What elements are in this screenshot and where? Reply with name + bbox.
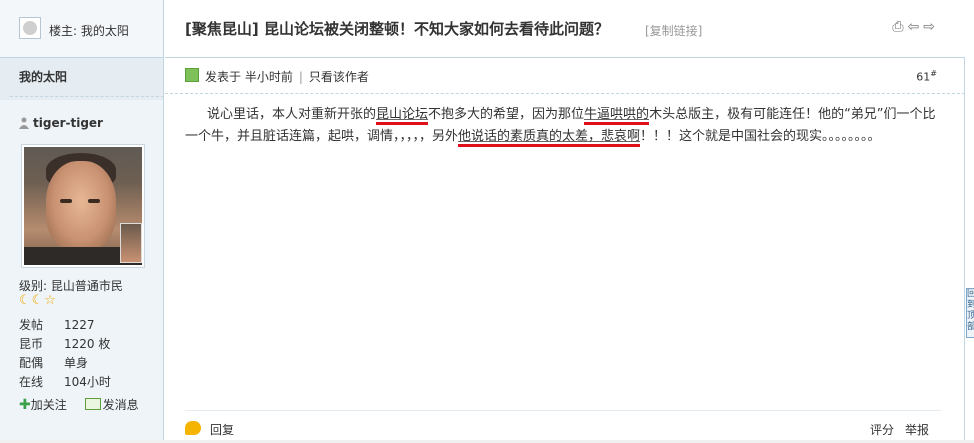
thread-starter-box: 楼主: 我的太阳 bbox=[0, 0, 163, 58]
reply-button[interactable]: 回复 bbox=[210, 421, 234, 438]
send-message-button[interactable]: 发消息 bbox=[84, 398, 139, 412]
stat-row: 昆币 1220 枚 bbox=[19, 337, 111, 351]
prev-thread-icon[interactable]: ⇦ bbox=[908, 19, 924, 35]
back-to-top-tab[interactable]: 回到顶部 bbox=[966, 288, 974, 338]
copy-link-button[interactable]: [复制链接] bbox=[645, 22, 702, 39]
starter-avatar[interactable] bbox=[19, 17, 41, 39]
rate-button[interactable]: 评分 bbox=[870, 421, 894, 438]
highlighted-text: 他说话的素质真的太差，悲哀啊 bbox=[458, 129, 641, 147]
person-icon bbox=[19, 117, 29, 129]
print-icon[interactable]: ⎙ bbox=[892, 19, 907, 35]
user-post-icon bbox=[185, 68, 199, 82]
mail-icon bbox=[84, 398, 101, 410]
plus-icon: ✚ bbox=[19, 397, 31, 413]
author-level: 级别: 昆山普通市民 bbox=[19, 279, 123, 293]
level-stars-icon: ☾☾☆ bbox=[19, 293, 57, 308]
stat-row: 发帖 1227 bbox=[19, 318, 95, 332]
author-name-header[interactable]: 我的太阳 bbox=[19, 68, 67, 85]
follow-button[interactable]: ✚加关注 bbox=[19, 397, 67, 413]
post-meta: 发表于 半小时前 | 只看该作者 bbox=[205, 70, 369, 84]
thread-starter-name[interactable]: 我的太阳 bbox=[81, 24, 129, 38]
author-avatar[interactable] bbox=[21, 144, 145, 268]
post-time: 发表于 半小时前 bbox=[205, 70, 293, 84]
post-footer-divider bbox=[185, 410, 941, 411]
author-username[interactable]: tiger-tiger bbox=[33, 116, 103, 130]
post-content: 说心里话，本人对重新开张的昆山论坛不抱多大的希望，因为那位牛逼哄哄的木头总版主，… bbox=[185, 104, 945, 148]
thread-starter-label: 楼主: 我的太阳 bbox=[49, 24, 129, 38]
thread-category[interactable]: [聚焦昆山] bbox=[185, 20, 259, 38]
next-thread-icon[interactable]: ⇨ bbox=[923, 19, 939, 35]
floor-number[interactable]: 61# bbox=[916, 69, 937, 84]
post-meta-bar: 发表于 半小时前 | 只看该作者 61# bbox=[165, 57, 965, 94]
author-sidebar: 楼主: 我的太阳 我的太阳 tiger-tiger 级别: 昆山普通市民 ☾☾☆… bbox=[0, 0, 164, 443]
thread-tools: ⎙⇦⇨ bbox=[892, 19, 939, 35]
stat-row: 在线 104小时 bbox=[19, 375, 111, 389]
reply-icon[interactable] bbox=[185, 421, 201, 435]
divider bbox=[10, 96, 164, 97]
stat-row: 配偶 单身 bbox=[19, 356, 89, 370]
report-button[interactable]: 举报 bbox=[905, 421, 929, 438]
thread-title-bar: [聚焦昆山] 昆山论坛被关闭整顿！不知大家如何去看待此问题？ [复制链接] ⎙⇦… bbox=[165, 0, 965, 58]
thread-title: [聚焦昆山] 昆山论坛被关闭整顿！不知大家如何去看待此问题？ bbox=[185, 20, 609, 38]
author-actions: ✚加关注 发消息 bbox=[19, 396, 153, 413]
forum-link[interactable]: 昆山论坛 bbox=[376, 107, 429, 125]
highlighted-text: 牛逼哄哄的 bbox=[584, 107, 650, 125]
only-author-link[interactable]: 只看该作者 bbox=[309, 70, 369, 84]
